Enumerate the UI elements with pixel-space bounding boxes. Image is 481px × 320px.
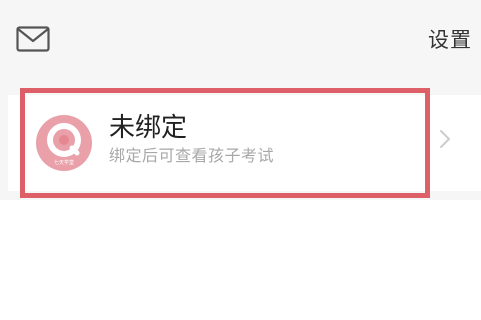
app-logo-avatar: 七天学堂 [36,115,92,171]
binding-status-title: 未绑定 [109,113,188,143]
settings-button[interactable]: 设置 [428,24,472,54]
chevron-right-icon[interactable] [438,128,452,150]
binding-status-subtitle: 绑定后可查看孩子考试 [109,146,275,165]
avatar-caption: 七天学堂 [54,159,74,166]
mail-icon[interactable] [16,26,50,52]
